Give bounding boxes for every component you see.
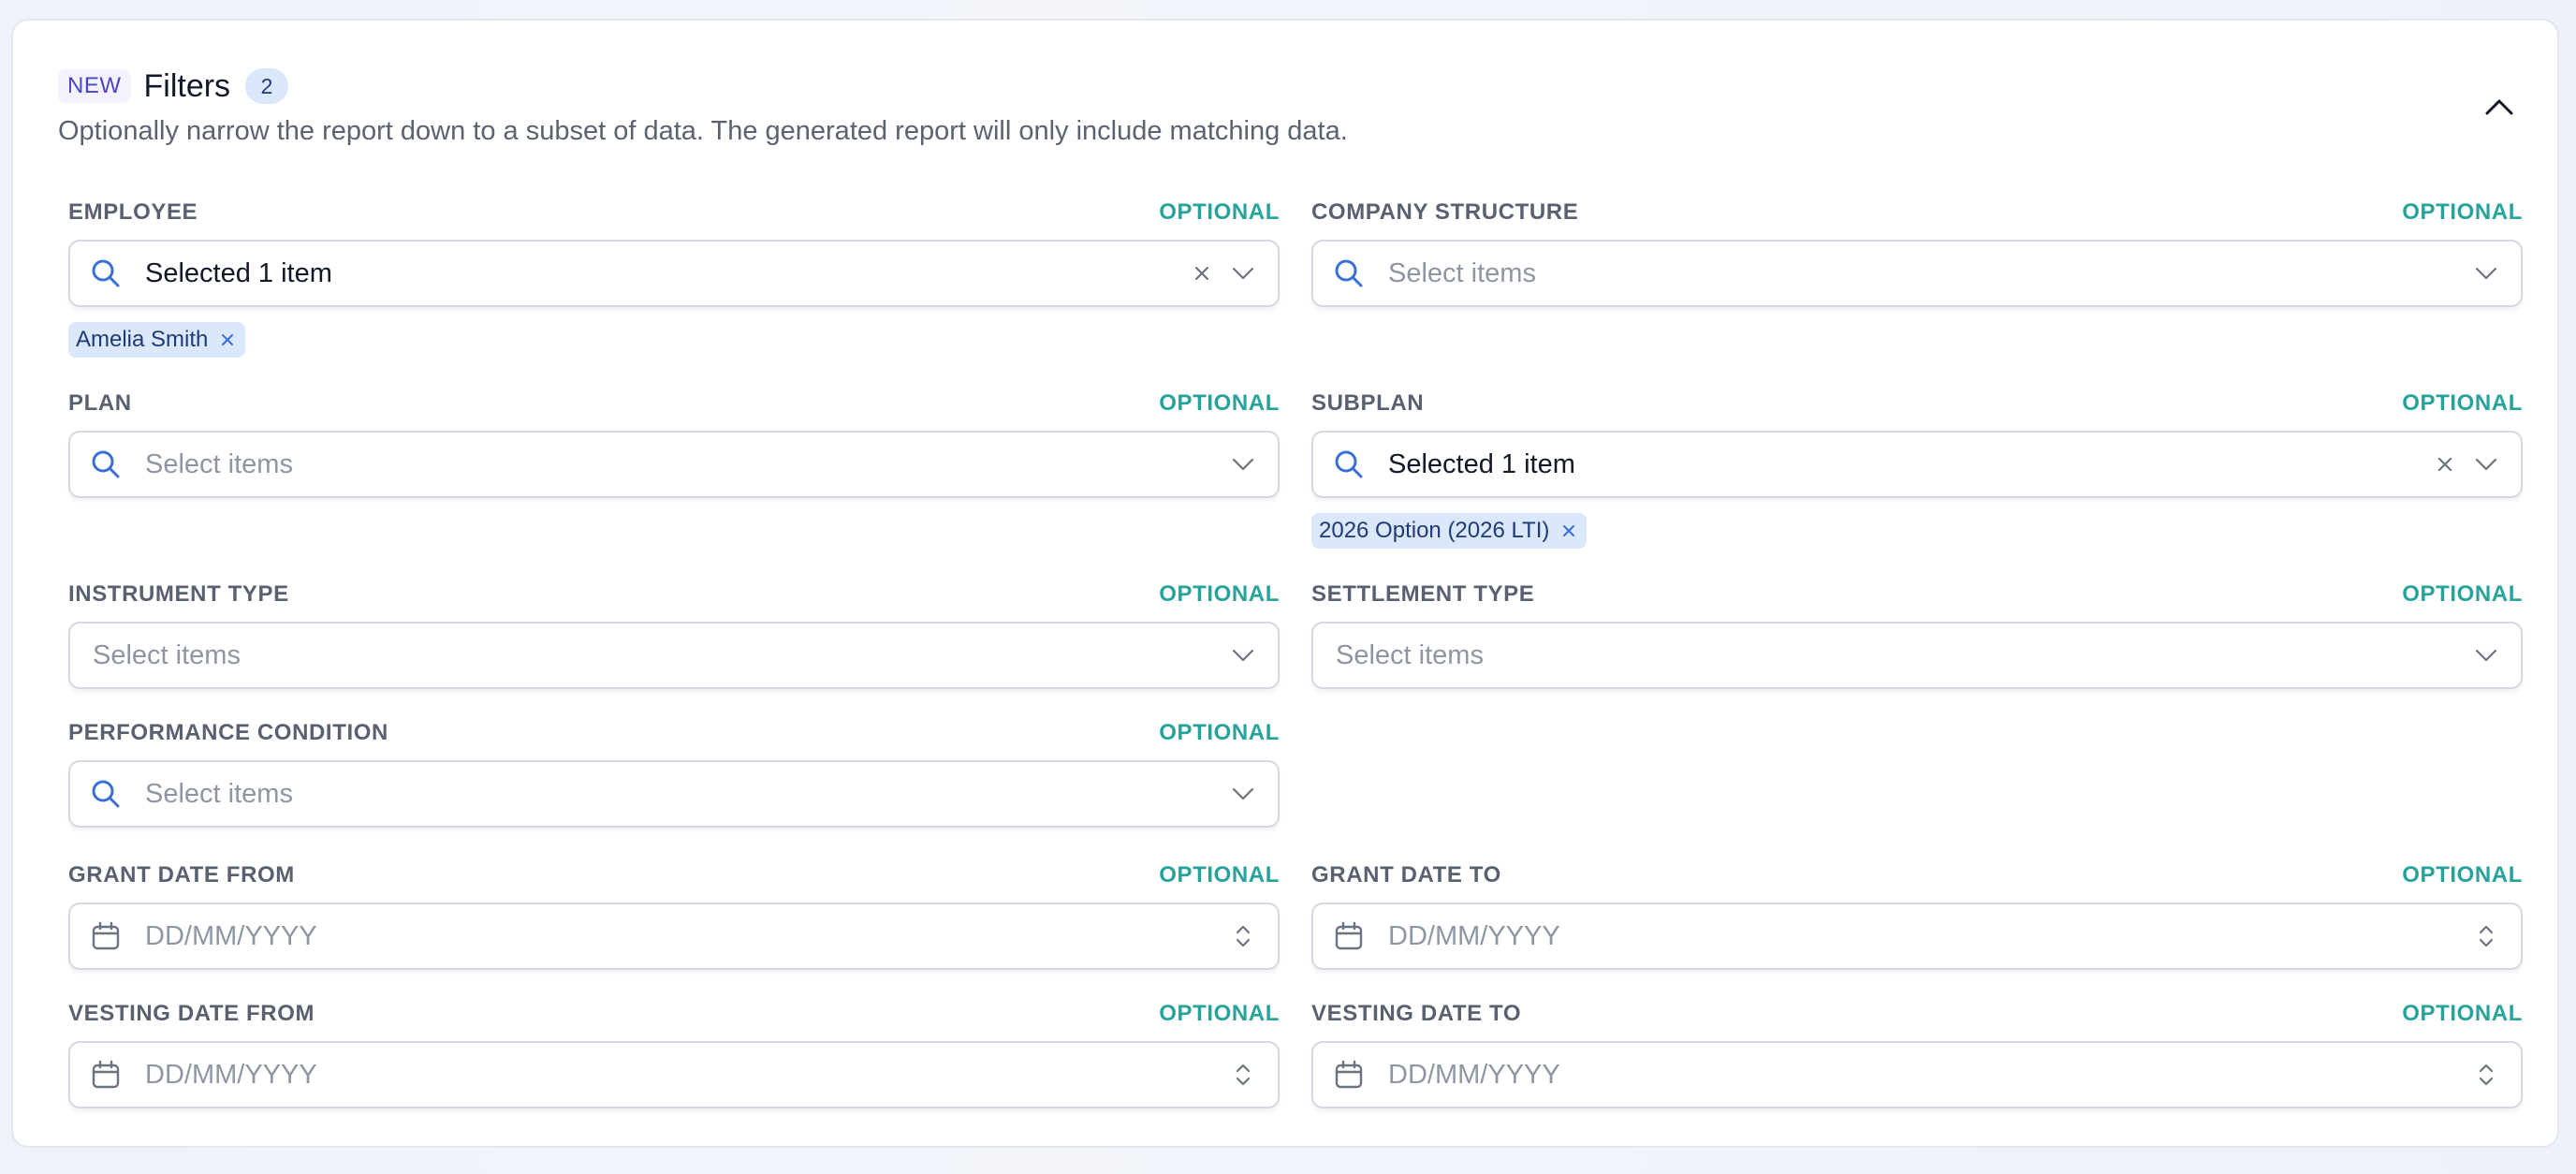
subplan-label: SUBPLAN xyxy=(1311,390,1425,416)
chevron-down-icon[interactable] xyxy=(2472,259,2500,287)
performance-condition-placeholder: Select items xyxy=(145,778,293,809)
chevron-down-icon[interactable] xyxy=(1229,641,1257,669)
new-badge: NEW xyxy=(58,69,131,103)
subplan-value: Selected 1 item xyxy=(1388,448,1575,479)
settlement-type-field: SETTLEMENT TYPE OPTIONAL Select items xyxy=(1311,580,2523,689)
optional-tag: OPTIONAL xyxy=(1159,862,1280,888)
grant-date-to-placeholder: DD/MM/YYYY xyxy=(1388,920,1560,951)
grant-date-to-label: GRANT DATE TO xyxy=(1311,862,1501,888)
filters-header: NEW Filters 2 Optionally narrow the repo… xyxy=(58,66,2512,147)
filters-card: NEW Filters 2 Optionally narrow the repo… xyxy=(11,19,2559,1148)
optional-tag: OPTIONAL xyxy=(2402,1001,2523,1026)
optional-tag: OPTIONAL xyxy=(2402,390,2523,416)
filters-title: Filters xyxy=(143,67,231,104)
clear-icon[interactable] xyxy=(2431,450,2459,478)
chevron-down-icon[interactable] xyxy=(1229,259,1257,287)
chevron-up-icon xyxy=(2485,99,2513,115)
instrument-type-select[interactable]: Select items xyxy=(68,622,1280,689)
optional-tag: OPTIONAL xyxy=(1159,390,1280,416)
chevron-down-icon[interactable] xyxy=(2472,641,2500,669)
subplan-field: SUBPLAN OPTIONAL Selected 1 item 2026 Op… xyxy=(1311,389,2523,549)
optional-tag: OPTIONAL xyxy=(1159,581,1280,607)
plan-label: PLAN xyxy=(68,390,132,416)
employee-value: Selected 1 item xyxy=(145,257,332,288)
search-icon xyxy=(87,446,124,483)
chip-label: 2026 Option (2026 LTI) xyxy=(1319,518,1550,543)
clear-icon[interactable] xyxy=(1188,259,1216,287)
vesting-date-from-label: VESTING DATE FROM xyxy=(68,1001,315,1026)
company-structure-field: COMPANY STRUCTURE OPTIONAL Select items xyxy=(1311,198,2523,307)
settlement-type-placeholder: Select items xyxy=(1336,639,1484,670)
search-icon xyxy=(1330,255,1368,292)
company-structure-placeholder: Select items xyxy=(1388,257,1536,288)
performance-condition-label: PERFORMANCE CONDITION xyxy=(68,720,388,745)
optional-tag: OPTIONAL xyxy=(2402,862,2523,888)
settlement-type-select[interactable]: Select items xyxy=(1311,622,2523,689)
company-structure-label: COMPANY STRUCTURE xyxy=(1311,199,1579,225)
employee-label: EMPLOYEE xyxy=(68,199,198,225)
performance-condition-field: PERFORMANCE CONDITION OPTIONAL Select it… xyxy=(68,719,1280,828)
chip-remove-icon[interactable] xyxy=(1559,521,1579,541)
settlement-type-label: SETTLEMENT TYPE xyxy=(1311,581,1535,607)
grant-date-from-placeholder: DD/MM/YYYY xyxy=(145,920,317,951)
stepper-icon[interactable] xyxy=(1229,1061,1257,1089)
vesting-date-to-input[interactable]: DD/MM/YYYY xyxy=(1311,1041,2523,1108)
search-icon xyxy=(87,255,124,292)
chip-remove-icon[interactable] xyxy=(217,330,238,350)
stepper-icon[interactable] xyxy=(2472,1061,2500,1089)
calendar-icon[interactable] xyxy=(1330,1056,1368,1093)
plan-field: PLAN OPTIONAL Select items xyxy=(68,389,1280,498)
performance-condition-select[interactable]: Select items xyxy=(68,760,1280,828)
vesting-date-to-placeholder: DD/MM/YYYY xyxy=(1388,1059,1560,1090)
chip-label: Amelia Smith xyxy=(76,327,209,352)
grant-date-to-field: GRANT DATE TO OPTIONAL DD/MM/YYYY xyxy=(1311,861,2523,970)
plan-select[interactable]: Select items xyxy=(68,431,1280,498)
grant-date-from-field: GRANT DATE FROM OPTIONAL DD/MM/YYYY xyxy=(68,861,1280,970)
instrument-type-placeholder: Select items xyxy=(93,639,241,670)
calendar-icon[interactable] xyxy=(1330,917,1368,955)
chevron-down-icon[interactable] xyxy=(1229,450,1257,478)
filters-description: Optionally narrow the report down to a s… xyxy=(58,116,1348,146)
grant-date-to-input[interactable]: DD/MM/YYYY xyxy=(1311,903,2523,970)
selected-chip: 2026 Option (2026 LTI) xyxy=(1311,513,1588,549)
vesting-date-from-field: VESTING DATE FROM OPTIONAL DD/MM/YYYY xyxy=(68,1000,1280,1108)
grant-date-from-input[interactable]: DD/MM/YYYY xyxy=(68,903,1280,970)
calendar-icon[interactable] xyxy=(87,1056,124,1093)
instrument-type-label: INSTRUMENT TYPE xyxy=(68,581,289,607)
vesting-date-from-input[interactable]: DD/MM/YYYY xyxy=(68,1041,1280,1108)
search-icon xyxy=(87,775,124,813)
optional-tag: OPTIONAL xyxy=(1159,199,1280,225)
stepper-icon[interactable] xyxy=(1229,922,1257,950)
plan-placeholder: Select items xyxy=(145,448,293,479)
title-row: NEW Filters 2 xyxy=(58,66,2512,107)
optional-tag: OPTIONAL xyxy=(2402,199,2523,225)
employee-select[interactable]: Selected 1 item xyxy=(68,240,1280,307)
collapse-button[interactable] xyxy=(2481,88,2518,125)
instrument-type-field: INSTRUMENT TYPE OPTIONAL Select items xyxy=(68,580,1280,689)
subplan-select[interactable]: Selected 1 item xyxy=(1311,431,2523,498)
selected-chip: Amelia Smith xyxy=(68,322,246,358)
chevron-down-icon[interactable] xyxy=(2472,450,2500,478)
vesting-date-to-label: VESTING DATE TO xyxy=(1311,1001,1522,1026)
employee-field: EMPLOYEE OPTIONAL Selected 1 item Amelia… xyxy=(68,198,1280,358)
calendar-icon[interactable] xyxy=(87,917,124,955)
optional-tag: OPTIONAL xyxy=(2402,581,2523,607)
optional-tag: OPTIONAL xyxy=(1159,720,1280,745)
company-structure-select[interactable]: Select items xyxy=(1311,240,2523,307)
vesting-date-to-field: VESTING DATE TO OPTIONAL DD/MM/YYYY xyxy=(1311,1000,2523,1108)
stepper-icon[interactable] xyxy=(2472,922,2500,950)
grant-date-from-label: GRANT DATE FROM xyxy=(68,862,295,888)
filter-count-badge: 2 xyxy=(245,68,289,104)
optional-tag: OPTIONAL xyxy=(1159,1001,1280,1026)
search-icon xyxy=(1330,446,1368,483)
chevron-down-icon[interactable] xyxy=(1229,780,1257,808)
vesting-date-from-placeholder: DD/MM/YYYY xyxy=(145,1059,317,1090)
